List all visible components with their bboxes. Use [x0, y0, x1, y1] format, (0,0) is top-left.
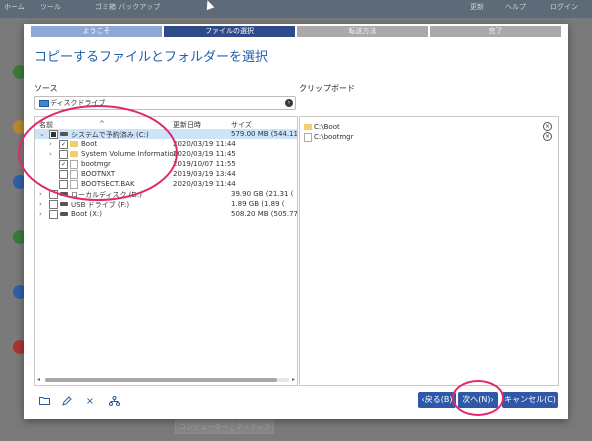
- row-name: Boot: [81, 140, 98, 148]
- bg-tab: ゴミ箱 バックアップ: [95, 3, 161, 11]
- clipboard-item-name: C:\bootmgr: [314, 133, 354, 141]
- scroll-right-icon[interactable]: ▸: [292, 376, 295, 383]
- close-icon[interactable]: ×: [84, 396, 96, 408]
- row-modified: 2020/03/19 11:44: [173, 180, 236, 188]
- scroll-thumb[interactable]: [45, 378, 277, 382]
- tree-row[interactable]: › ✓ Boot 2020/03/19 11:44: [35, 139, 297, 149]
- row-checkbox[interactable]: [49, 210, 58, 219]
- chevron-right-icon[interactable]: ›: [49, 150, 52, 158]
- row-modified: 2019/10/07 11:55: [173, 160, 236, 168]
- row-name: BOOTSECT.BAK: [81, 180, 135, 188]
- remove-icon[interactable]: ×: [543, 132, 552, 141]
- tree-row[interactable]: › System Volume Information 2020/03/19 11:…: [35, 149, 297, 159]
- file-selection-dialog: ようこそ ファイルの選択 転送方法 完了 コピーするファイルとフォルダーを選択 …: [24, 24, 568, 419]
- chevron-right-icon[interactable]: ›: [285, 99, 293, 107]
- network-icon[interactable]: [108, 396, 120, 408]
- row-checkbox[interactable]: ✓: [59, 160, 68, 169]
- source-label: ソース: [34, 84, 58, 93]
- chevron-right-icon[interactable]: ›: [49, 140, 52, 148]
- folder-icon: [70, 151, 78, 157]
- new-folder-icon[interactable]: [38, 396, 50, 408]
- tree-row[interactable]: › USB ドライブ (F:) 1.89 GB (1.89 (: [35, 199, 297, 209]
- clipboard-list: C:\Boot × C:\bootmgr ×: [299, 116, 559, 386]
- row-name: BOOTNXT: [81, 170, 116, 178]
- chevron-down-icon[interactable]: ⌄: [39, 130, 45, 138]
- bg-tab: ヘルプ: [505, 3, 526, 11]
- row-checkbox[interactable]: [49, 200, 58, 209]
- clipboard-item-name: C:\Boot: [314, 123, 340, 131]
- remove-icon[interactable]: ×: [543, 122, 552, 131]
- source-file-tree[interactable]: ^ 名前 更新日時 サイズ ⌄ システムで予約済み (C:) 579.00 MB (…: [34, 116, 298, 386]
- clipboard-item[interactable]: C:\bootmgr ×: [304, 132, 554, 142]
- step-welcome: ようこそ: [31, 26, 162, 37]
- row-size: 508.20 MB (505.77 M: [231, 210, 298, 218]
- row-checkbox[interactable]: [59, 150, 68, 159]
- monitor-icon: [39, 100, 49, 107]
- background-header: [0, 0, 592, 18]
- page-title: コピーするファイルとフォルダーを選択: [34, 50, 269, 65]
- row-checkbox[interactable]: [49, 190, 58, 199]
- tree-row[interactable]: ⌄システムで予約済み (C:)579.00 MB (544.11 M: [35, 129, 297, 139]
- clipboard-item[interactable]: C:\Boot ×: [304, 122, 554, 132]
- file-icon: [70, 160, 78, 169]
- drive-icon: [60, 132, 68, 136]
- step-transfer-method: 転送方法: [297, 26, 428, 37]
- drive-icon: [60, 212, 68, 216]
- bg-button: コンピューター: [175, 420, 232, 434]
- bg-tab: ツール: [40, 3, 61, 11]
- folder-icon: [70, 141, 78, 147]
- row-size: 1.89 GB (1.89 (: [231, 200, 285, 208]
- file-icon: [304, 133, 312, 142]
- row-name: bootmgr: [81, 160, 111, 168]
- wizard-steps: ようこそ ファイルの選択 転送方法 完了: [31, 26, 561, 37]
- scroll-left-icon[interactable]: ◂: [37, 376, 40, 383]
- folder-icon: [304, 124, 312, 130]
- row-checkbox[interactable]: [49, 130, 58, 139]
- chevron-right-icon[interactable]: ›: [39, 190, 42, 198]
- pencil-icon[interactable]: [61, 396, 73, 408]
- file-icon: [70, 180, 78, 189]
- row-modified: 2020/03/19 11:45: [173, 150, 236, 158]
- next-button[interactable]: 次へ(N)›: [458, 392, 498, 408]
- file-icon: [70, 170, 78, 179]
- bg-tab: ログイン: [550, 3, 578, 11]
- horizontal-scrollbar[interactable]: ◂ ▸: [37, 376, 295, 383]
- row-checkbox[interactable]: [59, 170, 68, 179]
- source-location-text: ディスクドライブ: [50, 99, 106, 107]
- tree-row[interactable]: BOOTSECT.BAK 2020/03/19 11:44: [35, 179, 297, 189]
- background-sidebar: [0, 45, 27, 415]
- row-name: System Volume Information: [81, 150, 179, 158]
- bg-tab: ホーム: [4, 3, 25, 11]
- source-location-selector[interactable]: ディスクドライブ ›: [34, 96, 296, 110]
- tree-header: ^ 名前 更新日時 サイズ: [35, 117, 297, 129]
- step-complete: 完了: [430, 26, 561, 37]
- row-checkbox[interactable]: ✓: [59, 140, 68, 149]
- bg-tab: 更新: [470, 3, 484, 11]
- drive-icon: [60, 202, 68, 206]
- sort-caret-icon: ^: [99, 120, 105, 128]
- row-checkbox[interactable]: [59, 180, 68, 189]
- clipboard-label: クリップボード: [299, 84, 355, 93]
- tree-row[interactable]: ✓ bootmgr 2019/10/07 11:55: [35, 159, 297, 169]
- row-modified: 2020/03/19 11:44: [173, 140, 236, 148]
- tree-row[interactable]: BOOTNXT 2019/03/19 13:44: [35, 169, 297, 179]
- back-button[interactable]: ‹戻る(B): [418, 392, 456, 408]
- row-modified: 2019/03/19 13:44: [173, 170, 236, 178]
- chevron-right-icon[interactable]: ›: [39, 200, 42, 208]
- cancel-button[interactable]: キャンセル(C): [502, 392, 558, 408]
- row-size: 579.00 MB (544.11 M: [231, 130, 298, 138]
- drive-icon: [60, 192, 68, 196]
- row-name: Boot (X:): [71, 210, 102, 218]
- tree-row[interactable]: › Boot (X:) 508.20 MB (505.77 M: [35, 209, 297, 219]
- chevron-right-icon[interactable]: ›: [39, 210, 42, 218]
- bg-button: ネイティブ: [232, 420, 275, 434]
- step-file-selection: ファイルの選択: [164, 26, 295, 37]
- tree-row[interactable]: › ローカルディスク (D:) 39.90 GB (21.31 (: [35, 189, 297, 199]
- row-size: 39.90 GB (21.31 (: [231, 190, 294, 198]
